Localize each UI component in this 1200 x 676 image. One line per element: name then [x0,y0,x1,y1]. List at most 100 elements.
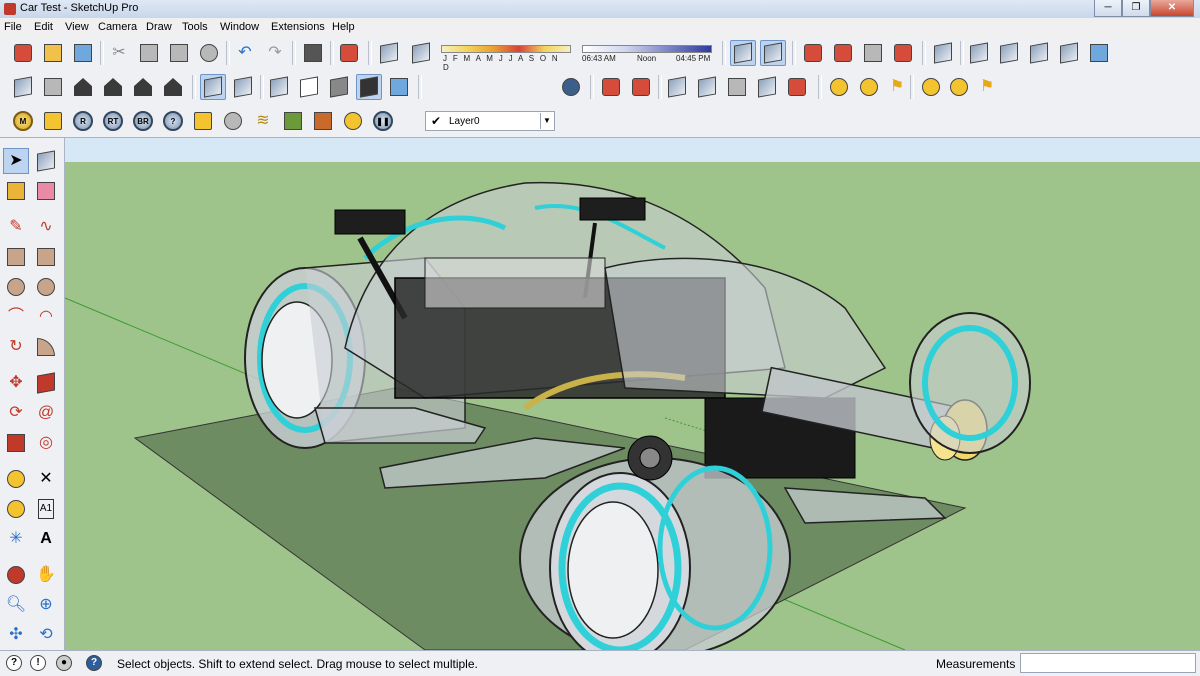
plugin-r-button[interactable]: R [70,108,96,134]
right-view-button[interactable] [100,74,126,100]
add-location-button[interactable] [856,74,882,100]
plugin-br-button[interactable]: BR [130,108,156,134]
select-tool[interactable]: ➤ [3,148,29,174]
add-detail-button[interactable] [754,74,780,100]
tag-button[interactable] [40,108,66,134]
zoom-window-tool[interactable]: ⊕ [33,592,59,618]
arc-tool[interactable]: ⌒ [3,304,29,330]
rotated-rect-tool[interactable] [33,244,59,270]
scale-tool[interactable] [3,430,29,456]
paste-button[interactable] [166,40,192,66]
zoom-tool[interactable]: 🔍︎ [3,592,29,618]
two-point-arc-tool[interactable]: ◠ [33,304,59,330]
terrain-button[interactable] [280,108,306,134]
orbit-tool[interactable] [3,562,29,588]
protractor-tool[interactable] [3,496,29,522]
menu-tools[interactable]: Tools [182,21,208,33]
shadow-settings-button[interactable] [408,40,434,66]
xray-button[interactable] [200,74,226,100]
georeference-icon[interactable]: ? [6,655,22,671]
close-button[interactable]: ✕ [1150,0,1194,17]
previous-view-tool[interactable]: ⟲ [33,622,59,648]
open-button[interactable] [40,40,66,66]
menu-camera[interactable]: Camera [98,21,137,33]
get-models-button[interactable] [10,40,36,66]
sandbox-contours-button[interactable] [598,74,624,100]
menu-file[interactable]: File [4,21,22,33]
minimize-button[interactable]: ─ [1094,0,1122,17]
smoove-button[interactable] [664,74,690,100]
redo-button[interactable]: ↷ [262,40,288,66]
zoom-extents-tool[interactable]: ✣ [3,622,29,648]
plugin-rt-button[interactable]: RT [100,108,126,134]
push-pull-tool[interactable] [33,370,59,396]
extension-warehouse-button[interactable] [890,40,916,66]
three-point-arc-tool[interactable]: ↻ [3,334,29,360]
menu-edit[interactable]: Edit [34,21,53,33]
shaded-texture-button[interactable] [356,74,382,100]
layer-manager-button[interactable] [558,74,584,100]
pie-tool[interactable] [33,334,59,360]
trim-button[interactable] [1086,40,1112,66]
toggle-terrain-button[interactable]: ⚑ [884,74,910,100]
freehand-tool[interactable]: ∿ [33,214,59,240]
photo-texture-button[interactable] [918,74,944,100]
front-view-button[interactable] [70,74,96,100]
text-tool[interactable]: A1 [33,496,59,522]
help-plugin-button[interactable]: ? [160,108,186,134]
share-component-button[interactable] [860,40,886,66]
subtract-button[interactable] [1056,40,1082,66]
share-model-button[interactable] [830,40,856,66]
rotate-tool[interactable]: ⟳ [3,400,29,426]
top-view-button[interactable] [40,74,66,100]
sphere-button[interactable] [220,108,246,134]
menu-window[interactable]: Window [220,21,259,33]
credits-icon[interactable]: ! [30,655,46,671]
instructor-icon[interactable]: ? [86,655,102,671]
plugin-m-button[interactable]: M [10,108,36,134]
drape-button[interactable] [724,74,750,100]
pause-button[interactable]: ❚❚ [370,108,396,134]
line-tool[interactable]: ✎ [3,214,29,240]
measurements-input[interactable] [1020,653,1196,673]
menu-draw[interactable]: Draw [146,21,172,33]
union-button[interactable] [1026,40,1052,66]
landscape-button[interactable] [310,108,336,134]
menu-view[interactable]: View [65,21,89,33]
cut-button[interactable]: ✂ [106,40,132,66]
iso-view-button[interactable] [10,74,36,100]
intersect-button[interactable] [996,40,1022,66]
geo-location-button[interactable] [826,74,852,100]
eraser-tool[interactable] [33,178,59,204]
flip-edge-button[interactable] [784,74,810,100]
menu-help[interactable]: Help [332,21,355,33]
maximize-button[interactable]: ❐ [1122,0,1150,17]
copy-button[interactable] [136,40,162,66]
shadow-toggle-button[interactable] [376,40,402,66]
move-tool[interactable]: ✥ [3,370,29,396]
paint-tool[interactable] [3,178,29,204]
dimension-tool[interactable]: ✕ [33,466,59,492]
stamp-button[interactable] [694,74,720,100]
left-view-button[interactable] [160,74,186,100]
sandbox-scratch-button[interactable] [628,74,654,100]
spring-button[interactable]: ≋ [250,108,276,134]
section-plane-button[interactable] [730,40,756,66]
undo-button[interactable]: ↶ [232,40,258,66]
polygon-tool[interactable] [33,274,59,300]
wireframe-button[interactable] [266,74,292,100]
user-icon[interactable]: ● [56,655,72,671]
get-location-button[interactable]: ⚑ [974,74,1000,100]
offset-tool[interactable]: ◎ [33,430,59,456]
outer-shell-button[interactable] [966,40,992,66]
component-tool[interactable] [33,148,59,174]
section-display-button[interactable] [760,40,786,66]
axes-tool[interactable]: ✳ [3,526,29,552]
solid-tools-button[interactable] [930,40,956,66]
circle-tool[interactable] [3,274,29,300]
target-button[interactable] [340,108,366,134]
model-info-button[interactable] [336,40,362,66]
rectangle-tool[interactable] [3,244,29,270]
erase-button[interactable] [196,40,222,66]
back-edges-button[interactable] [230,74,256,100]
